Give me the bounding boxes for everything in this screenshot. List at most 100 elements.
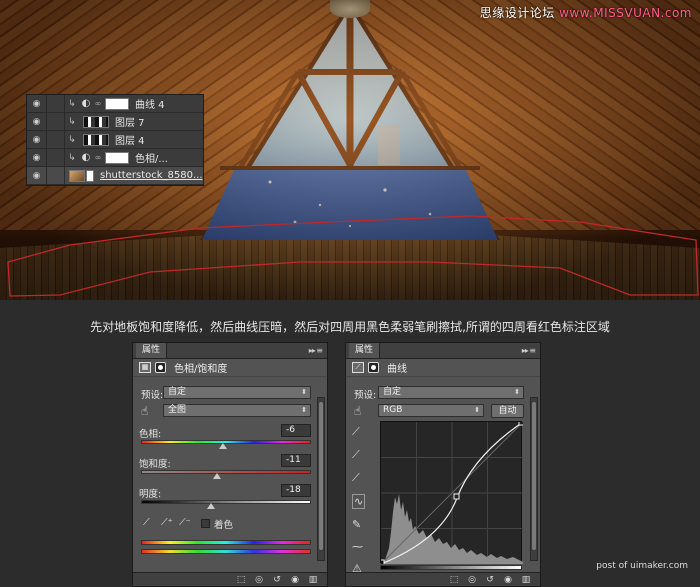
saturation-value-field[interactable]: -11 <box>281 454 311 467</box>
eye-icon[interactable]: ◉ <box>27 167 47 184</box>
dropdown-arrow-icon: ⬍ <box>301 406 307 414</box>
hue-saturation-panel: 属性 ▸▸ ≡ ▦ 色相/饱和度 预设: 自定 ⬍ ☝ 全图 ⬍ 色相: -6 饱和… <box>132 342 328 587</box>
eye-icon[interactable]: ◉ <box>27 149 47 166</box>
channel-dropdown[interactable]: 全图 ⬍ <box>163 404 311 417</box>
eyedropper-plus-icon[interactable]: ⟋⁺ <box>161 517 173 528</box>
eyedropper-icon[interactable]: ⟋ <box>143 517 150 528</box>
layer-thumb <box>83 133 109 146</box>
layer-name: 色相/... <box>135 154 168 165</box>
trash-icon[interactable]: ▥ <box>307 575 319 585</box>
eye-icon[interactable]: ◉ <box>27 113 47 130</box>
curves-graph[interactable] <box>378 419 525 566</box>
tab-properties[interactable]: 属性 <box>349 343 381 358</box>
lightness-slider[interactable] <box>141 500 311 504</box>
preset-label: 预设: <box>141 390 164 401</box>
layer-mask-thumb <box>105 151 129 164</box>
panel-title: 曲线 <box>387 364 407 375</box>
link-icon: ∞ <box>94 153 102 162</box>
caption: 先对地板饱和度降低，然后曲线压暗，然后对四周用黑色柔弱笔刷擦拭,所谓的四周看红色… <box>90 320 610 334</box>
saturation-label: 饱和度: <box>139 459 171 470</box>
watermark-site: www.MISSVUAN.com <box>559 6 692 20</box>
colorize-label: 着色 <box>214 520 234 531</box>
channel-dropdown[interactable]: RGB ⬍ <box>378 404 484 417</box>
hue-label: 色相: <box>139 429 162 440</box>
layer-name: 图层 7 <box>115 118 145 129</box>
auto-button[interactable]: 自动 <box>491 404 524 418</box>
visibility-icon[interactable]: ◉ <box>502 575 514 585</box>
black-point-eyedropper-icon[interactable]: ⟋ <box>352 425 365 439</box>
view-previous-icon[interactable]: ◎ <box>253 575 265 585</box>
saturation-slider-knob[interactable] <box>212 473 221 479</box>
channel-value: RGB <box>383 405 403 415</box>
adjustment-icon: ◐ <box>81 152 91 163</box>
panel-bottom-toolbar: ⬚ ◎ ↺ ◉ ▥ <box>133 572 327 586</box>
link-icon: ∞ <box>94 99 102 108</box>
layer-gap <box>47 131 65 148</box>
eye-icon[interactable]: ◉ <box>27 131 47 148</box>
curves-histogram <box>378 419 525 566</box>
lightness-value-field[interactable]: -18 <box>281 484 311 497</box>
layer-row[interactable]: ◉ ↳ ◐ ∞ 曲线 4 <box>27 95 203 113</box>
mask-icon[interactable] <box>155 362 166 373</box>
panel-title: 色相/饱和度 <box>174 364 228 375</box>
clip-arrow-icon: ↳ <box>68 116 76 127</box>
dropdown-arrow-icon: ⬍ <box>301 388 307 396</box>
hue-slider-knob[interactable] <box>219 443 228 449</box>
layer-name: 曲线 4 <box>135 100 165 111</box>
curves-panel: 属性 ▸▸ ≡ ⟋ 曲线 预设: 自定 ⬍ ☝ RGB ⬍ 自动 ⟋ ⟋ ⟋ ∿ ✎… <box>345 342 541 587</box>
layer-row[interactable]: ◉ ↳ ◐ ∞ 色相/... <box>27 149 203 167</box>
hand-tool-icon[interactable]: ☝ <box>354 404 361 418</box>
layer-gap <box>47 167 65 184</box>
panel-scrollbar[interactable] <box>530 397 538 561</box>
eye-icon[interactable]: ◉ <box>27 95 47 112</box>
clip-arrow-icon: ↳ <box>68 152 76 163</box>
hue-range-bar-top <box>141 540 311 545</box>
layer-row[interactable]: ◉ shutterstock_8580... <box>27 167 203 185</box>
layer-thumb <box>83 115 109 128</box>
layer-name: shutterstock_8580... <box>100 170 203 181</box>
panel-bottom-toolbar: ⬚ ◎ ↺ ◉ ▥ <box>346 572 540 586</box>
tab-properties[interactable]: 属性 <box>136 343 168 358</box>
clip-to-layer-icon[interactable]: ⬚ <box>235 575 247 585</box>
view-previous-icon[interactable]: ◎ <box>466 575 478 585</box>
saturation-slider[interactable] <box>141 470 311 474</box>
layer-thumb <box>69 169 85 182</box>
channel-value: 全图 <box>168 405 187 415</box>
layer-row[interactable]: ◉ ↳ 图层 7 <box>27 113 203 131</box>
panel-scrollbar[interactable] <box>317 397 325 561</box>
pencil-tool-icon[interactable]: ✎ <box>352 518 365 531</box>
gray-point-eyedropper-icon[interactable]: ⟋ <box>352 448 365 462</box>
panel-menu-icon[interactable]: ▸▸ ≡ <box>522 346 540 355</box>
reset-icon[interactable]: ↺ <box>484 575 496 585</box>
dropdown-arrow-icon: ⬍ <box>514 388 520 396</box>
lightness-label: 明度: <box>139 489 162 500</box>
curves-tool-column: ⟋ ⟋ ⟋ ∿ ✎ ⁓ ⚠ <box>352 425 366 575</box>
mask-icon[interactable] <box>368 362 379 373</box>
clip-to-layer-icon[interactable]: ⬚ <box>448 575 460 585</box>
visibility-icon[interactable]: ◉ <box>289 575 301 585</box>
smooth-icon[interactable]: ⁓ <box>352 540 365 553</box>
hue-value-field[interactable]: -6 <box>281 424 311 437</box>
trash-icon[interactable]: ▥ <box>520 575 532 585</box>
preset-value: 自定 <box>168 387 187 397</box>
preset-label: 预设: <box>354 390 377 401</box>
layer-row[interactable]: ◉ ↳ 图层 4 <box>27 131 203 149</box>
scrollbar-thumb[interactable] <box>532 402 536 550</box>
reset-icon[interactable]: ↺ <box>271 575 283 585</box>
layer-mask-thumb <box>86 169 94 182</box>
hue-range-bar-bottom <box>141 549 311 554</box>
preset-dropdown[interactable]: 自定 ⬍ <box>378 386 524 399</box>
preset-dropdown[interactable]: 自定 ⬍ <box>163 386 311 399</box>
panel-menu-icon[interactable]: ▸▸ ≡ <box>309 346 327 355</box>
lightness-slider-knob[interactable] <box>206 503 215 509</box>
eyedropper-minus-icon[interactable]: ⟋⁻ <box>179 517 191 528</box>
curve-point-tool-icon[interactable]: ∿ <box>352 494 366 509</box>
hand-tool-icon[interactable]: ☝ <box>141 404 148 418</box>
hue-saturation-icon: ▦ <box>139 362 151 373</box>
input-levels-bar <box>380 565 522 570</box>
colorize-checkbox[interactable] <box>201 519 210 528</box>
watermark-prefix: 思缘设计论坛 <box>479 6 560 20</box>
curves-icon: ⟋ <box>352 362 364 373</box>
white-point-eyedropper-icon[interactable]: ⟋ <box>352 471 365 485</box>
scrollbar-thumb[interactable] <box>319 402 323 550</box>
